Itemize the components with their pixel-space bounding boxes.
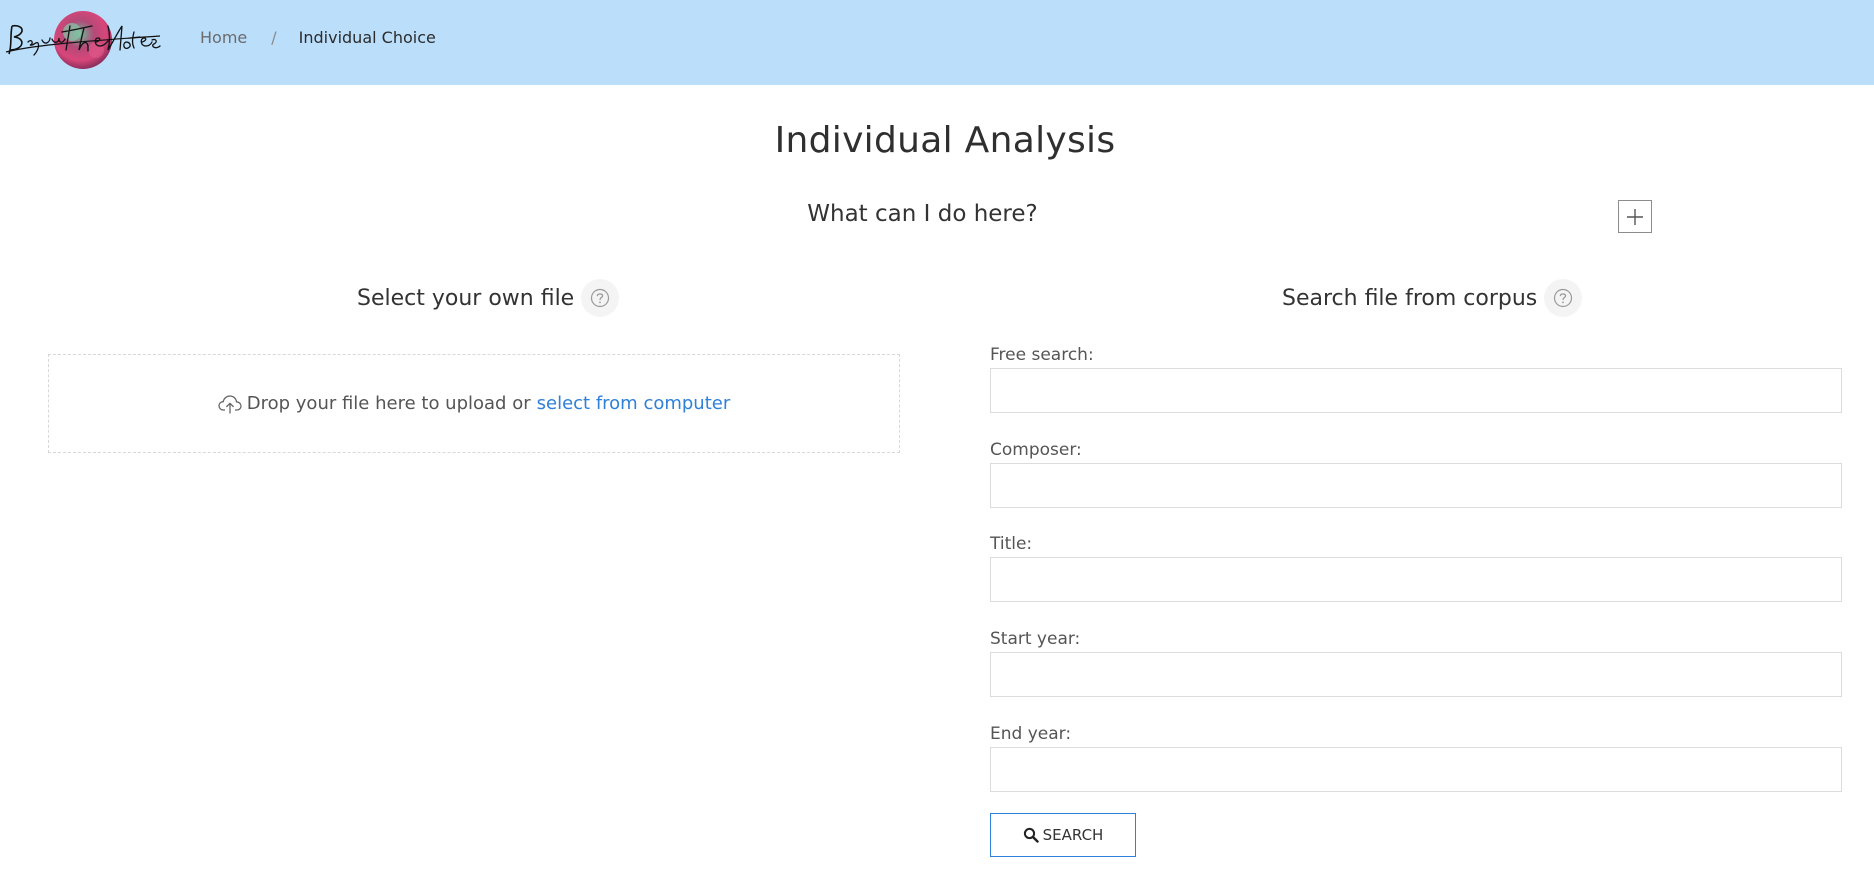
start-year-field: Start year: xyxy=(990,627,1842,722)
top-navbar: Home / Individual Choice xyxy=(0,0,1874,85)
corpus-help-button[interactable] xyxy=(1544,279,1583,317)
page-title: Individual Analysis xyxy=(774,120,1116,161)
search-icon xyxy=(1023,827,1039,843)
free-search-field: Free search: xyxy=(990,343,1842,438)
breadcrumb-home-link[interactable]: Home xyxy=(200,28,247,47)
search-button-label: SEARCH xyxy=(1042,826,1104,844)
corpus-section-heading: Search file from corpus xyxy=(1282,279,1583,317)
breadcrumb: Home / Individual Choice xyxy=(200,27,436,47)
breadcrumb-separator: / xyxy=(271,27,277,47)
cloud-upload-icon xyxy=(218,394,242,414)
file-dropzone[interactable]: Drop your file here to upload or select … xyxy=(48,354,900,453)
faq-expand-button[interactable] xyxy=(1618,200,1652,233)
free-search-input[interactable] xyxy=(990,368,1842,413)
corpus-heading-text: Search file from corpus xyxy=(1282,285,1538,311)
dropzone-text: Drop your file here to upload or xyxy=(246,393,531,414)
select-from-computer-link[interactable]: select from computer xyxy=(537,393,731,414)
breadcrumb-current: Individual Choice xyxy=(298,27,436,47)
composer-label: Composer: xyxy=(990,439,1082,460)
end-year-input[interactable] xyxy=(990,746,1842,792)
upload-heading-text: Select your own file xyxy=(357,285,575,311)
plus-icon xyxy=(1627,208,1643,225)
composer-input[interactable] xyxy=(990,462,1842,508)
title-input[interactable] xyxy=(990,557,1842,603)
end-year-field: End year: xyxy=(990,722,1842,817)
upload-help-button[interactable] xyxy=(581,279,620,317)
corpus-search-form: Free search: Composer: Title: Start year… xyxy=(990,343,1842,816)
question-circle-icon xyxy=(591,288,610,308)
start-year-input[interactable] xyxy=(990,652,1842,698)
search-button[interactable]: SEARCH xyxy=(990,813,1136,857)
question-circle-icon xyxy=(1554,288,1573,308)
faq-question: What can I do here? xyxy=(807,201,1038,227)
end-year-label: End year: xyxy=(990,723,1072,744)
beyond-the-notes-logo[interactable] xyxy=(0,6,170,74)
composer-field: Composer: xyxy=(990,438,1842,533)
start-year-label: Start year: xyxy=(990,629,1081,650)
upload-section-heading: Select your own file xyxy=(357,279,620,317)
title-field: Title: xyxy=(990,532,1842,627)
title-label: Title: xyxy=(990,534,1033,555)
free-search-label: Free search: xyxy=(990,345,1094,365)
